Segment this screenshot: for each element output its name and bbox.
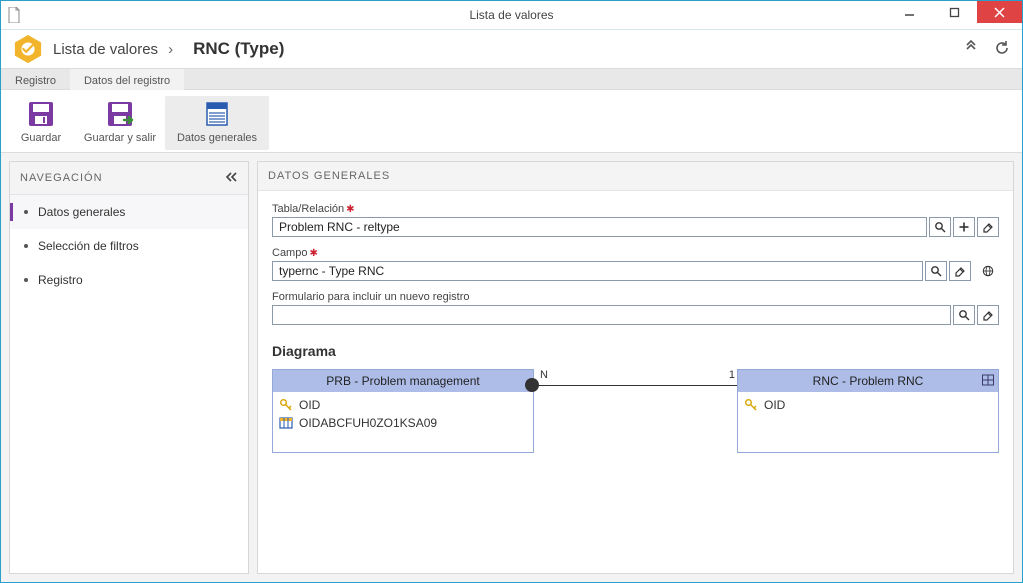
bullet-icon [24, 278, 28, 282]
add-button[interactable] [953, 217, 975, 237]
main-header: DATOS GENERALES [258, 162, 1013, 191]
sidebar-item-label: Datos generales [38, 205, 125, 219]
entity-field-oid: OID [744, 396, 992, 414]
diagram: PRB - Problem management OID OIDABCFUH0Z… [272, 369, 999, 453]
search-button[interactable] [953, 305, 975, 325]
maximize-button[interactable] [932, 1, 977, 23]
breadcrumb-bar: Lista de valores › RNC (Type) [1, 30, 1022, 68]
campo-input[interactable] [272, 261, 923, 281]
save-exit-button[interactable]: Guardar y salir [75, 96, 165, 150]
general-data-button[interactable]: Datos generales [165, 96, 269, 150]
entity-body: OID [738, 392, 998, 452]
breadcrumb-parent[interactable]: Lista de valores [53, 41, 158, 58]
field-campo: Campo✱ [272, 247, 999, 281]
main-panel: DATOS GENERALES Tabla/Relación✱ [257, 161, 1014, 574]
cardinality-right: 1 [729, 369, 735, 381]
diagram-title: Diagrama [272, 343, 999, 359]
main-body: Tabla/Relación✱ [258, 191, 1013, 573]
ribbon-tabs: Registro Datos del registro [1, 68, 1022, 90]
cardinality-left: N [540, 369, 548, 381]
entity-field-oid: OID [279, 396, 527, 414]
sidebar-item-label: Selección de filtros [38, 239, 139, 253]
table-icon [982, 374, 994, 389]
window-controls [887, 1, 1022, 23]
app-window: Lista de valores Lista de valores › RNC … [0, 0, 1023, 583]
formulario-input[interactable] [272, 305, 951, 325]
entity-body: OID OIDABCFUH0ZO1KSA09 [273, 392, 533, 452]
field-tabla-relacion: Tabla/Relación✱ [272, 203, 999, 237]
field-formulario: Formulario para incluir un nuevo registr… [272, 291, 999, 325]
minimize-button[interactable] [887, 1, 932, 23]
entity-header: PRB - Problem management [273, 370, 533, 392]
bullet-icon [24, 244, 28, 248]
table-icon [279, 416, 293, 430]
search-button[interactable] [929, 217, 951, 237]
sidebar-header: NAVEGACIÓN [10, 162, 248, 195]
breadcrumb-separator: › [168, 41, 173, 58]
sidebar-item-seleccion-filtros[interactable]: Selección de filtros [10, 229, 248, 263]
globe-icon[interactable] [977, 261, 999, 281]
clear-button[interactable] [977, 217, 999, 237]
required-icon: ✱ [309, 248, 317, 259]
field-label: Formulario para incluir un nuevo registr… [272, 291, 999, 303]
sidebar-item-datos-generales[interactable]: Datos generales [10, 195, 248, 229]
key-icon [744, 398, 758, 412]
body-area: NAVEGACIÓN Datos generales Selección de … [1, 152, 1022, 582]
breadcrumb-current: RNC (Type) [193, 39, 284, 59]
titlebar: Lista de valores [1, 1, 1022, 30]
app-icon [13, 34, 43, 64]
refresh-icon[interactable] [994, 40, 1010, 59]
close-button[interactable] [977, 1, 1022, 23]
tabla-relacion-input[interactable] [272, 217, 927, 237]
sidebar-collapse-icon[interactable] [224, 170, 238, 186]
field-label: Campo✱ [272, 247, 999, 259]
window-title: Lista de valores [1, 8, 1022, 22]
sidebar-item-label: Registro [38, 273, 83, 287]
entity-prb[interactable]: PRB - Problem management OID OIDABCFUH0Z… [272, 369, 534, 453]
save-button[interactable]: Guardar [7, 96, 75, 150]
entity-header: RNC - Problem RNC [738, 370, 998, 392]
save-label: Guardar [21, 132, 61, 144]
required-icon: ✱ [346, 204, 354, 215]
sidebar: NAVEGACIÓN Datos generales Selección de … [9, 161, 249, 574]
relationship-link: N 1 [534, 383, 737, 387]
entity-rnc[interactable]: RNC - Problem RNC OID [737, 369, 999, 453]
save-exit-label: Guardar y salir [84, 132, 156, 144]
ribbon-actions: Guardar Guardar y salir Datos generales [1, 90, 1022, 152]
sidebar-item-registro[interactable]: Registro [10, 263, 248, 297]
general-data-label: Datos generales [177, 132, 257, 144]
link-node-icon [525, 378, 539, 392]
collapse-up-icon[interactable] [964, 40, 978, 59]
clear-button[interactable] [949, 261, 971, 281]
field-label: Tabla/Relación✱ [272, 203, 999, 215]
sidebar-title: NAVEGACIÓN [20, 172, 103, 184]
bullet-icon [24, 210, 28, 214]
clear-button[interactable] [977, 305, 999, 325]
document-icon [7, 7, 21, 23]
entity-field-oid-detail: OIDABCFUH0ZO1KSA09 [279, 414, 527, 432]
search-button[interactable] [925, 261, 947, 281]
key-icon [279, 398, 293, 412]
link-line-segment [534, 385, 737, 386]
